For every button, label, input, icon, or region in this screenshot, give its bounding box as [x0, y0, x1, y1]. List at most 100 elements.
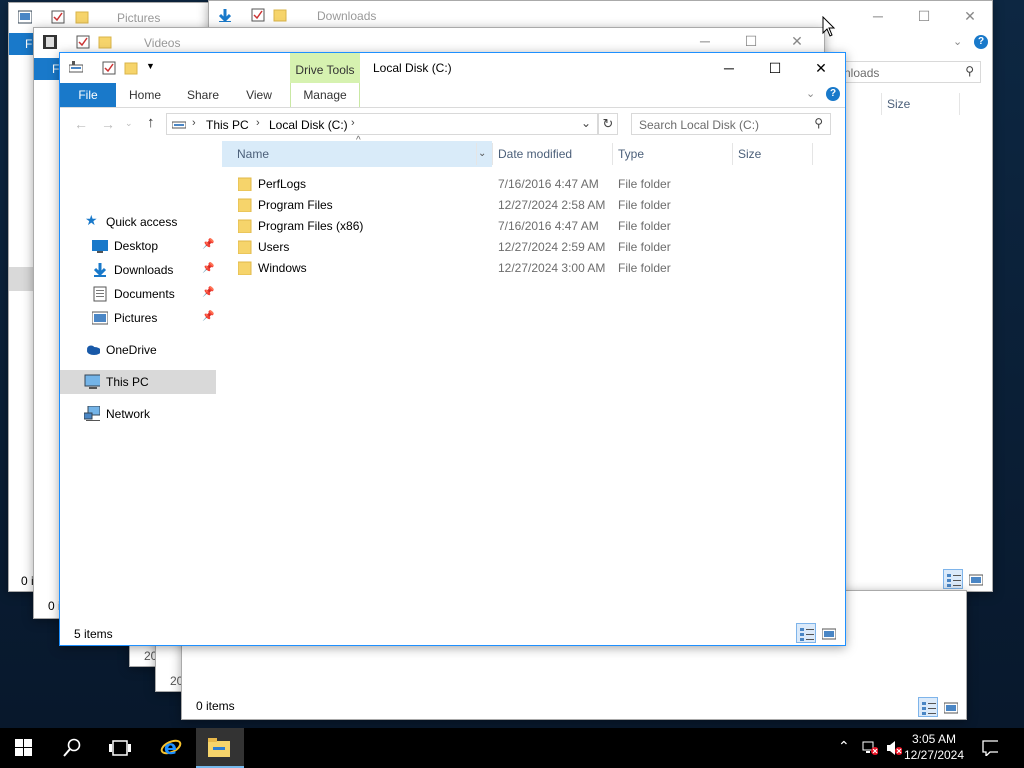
- view-buttons: [796, 623, 840, 643]
- properties-icon[interactable]: [102, 61, 116, 75]
- videos-close-button[interactable]: ✕: [774, 28, 820, 54]
- action-center-icon[interactable]: [982, 740, 998, 756]
- file-date: 7/16/2016 4:47 AM: [498, 177, 599, 191]
- tab-file[interactable]: File: [60, 83, 116, 107]
- taskbar: e ⌃ 3:05 AM 12/27/2024: [0, 728, 1024, 768]
- ribbon-expand-icon[interactable]: ⌄: [806, 87, 815, 100]
- nav-quick-access[interactable]: ★ Quick access: [60, 210, 216, 234]
- address-bar-row: ← → ⌄ ↑ › This PC › Local Disk (C:) › ⌄ …: [60, 108, 845, 140]
- videos-maximize-button[interactable]: ☐: [728, 28, 774, 54]
- videos-minimize-button[interactable]: ─: [682, 28, 728, 54]
- downloads-help-icon[interactable]: ?: [974, 35, 988, 49]
- tab-manage[interactable]: Manage: [290, 83, 360, 107]
- nav-network[interactable]: Network: [60, 402, 216, 426]
- network-disconnected-icon[interactable]: [862, 740, 878, 756]
- properties-icon[interactable]: [51, 10, 65, 24]
- minimize-button[interactable]: ─: [706, 53, 752, 83]
- file-name: Users: [258, 240, 290, 254]
- nav-downloads[interactable]: Downloads 📌: [60, 258, 216, 282]
- file-type: File folder: [618, 219, 671, 233]
- nav-documents[interactable]: Documents 📌: [60, 282, 216, 306]
- quick-access-dropdown-icon[interactable]: ▼: [146, 61, 155, 71]
- table-row[interactable]: Windows 12/27/2024 3:00 AM File folder: [220, 258, 820, 279]
- pin-icon[interactable]: 📌: [202, 311, 214, 322]
- column-header-date-modified[interactable]: Date modified: [498, 141, 572, 167]
- column-header-type[interactable]: Type: [618, 141, 644, 167]
- nav-this-pc[interactable]: This PC: [60, 370, 216, 394]
- help-icon[interactable]: ?: [826, 87, 840, 101]
- new-folder-icon[interactable]: [273, 8, 287, 22]
- tab-home[interactable]: Home: [118, 83, 172, 107]
- task-view-button[interactable]: [96, 728, 144, 768]
- file-explorer-taskbar-button[interactable]: [196, 728, 244, 768]
- details-view-button[interactable]: [943, 569, 963, 589]
- large-icons-view-button[interactable]: [965, 569, 985, 589]
- details-view-button[interactable]: [918, 697, 938, 717]
- nav-pictures[interactable]: Pictures 📌: [60, 306, 216, 330]
- recent-locations-icon[interactable]: ⌄: [125, 118, 133, 129]
- up-button[interactable]: ↑: [147, 114, 155, 131]
- pin-icon[interactable]: 📌: [202, 263, 214, 274]
- videos-file-tab[interactable]: F: [34, 58, 62, 80]
- breadcrumb-chevron-icon[interactable]: ›: [351, 117, 355, 129]
- table-row[interactable]: Users 12/27/2024 2:59 AM File folder: [220, 237, 820, 258]
- properties-icon[interactable]: [251, 8, 265, 22]
- column-header-size[interactable]: Size: [738, 141, 761, 167]
- breadcrumb-chevron-icon[interactable]: ›: [256, 117, 260, 129]
- column-separator: [612, 143, 613, 165]
- address-input[interactable]: › This PC › Local Disk (C:) › ⌄: [166, 113, 598, 135]
- close-button[interactable]: ✕: [798, 53, 844, 83]
- maximize-button[interactable]: ☐: [752, 53, 798, 83]
- downloads-search-input[interactable]: nloads ⚲: [829, 61, 981, 83]
- large-icons-view-button[interactable]: [818, 623, 838, 643]
- downloads-minimize-button[interactable]: ─: [855, 1, 901, 31]
- nav-onedrive[interactable]: OneDrive: [60, 338, 216, 362]
- table-row[interactable]: Program Files 12/27/2024 2:58 AM File fo…: [220, 195, 820, 216]
- column-separator: [476, 143, 477, 165]
- refresh-button[interactable]: ↻: [598, 113, 618, 135]
- local-disk-window[interactable]: ▼ Drive Tools Local Disk (C:) ─ ☐ ✕ File…: [59, 52, 846, 646]
- new-folder-icon[interactable]: [124, 61, 138, 75]
- tab-share[interactable]: Share: [176, 83, 230, 107]
- new-folder-icon[interactable]: [98, 35, 112, 49]
- large-icons-view-button[interactable]: [940, 697, 960, 717]
- pin-icon[interactable]: 📌: [202, 239, 214, 250]
- search-input[interactable]: Search Local Disk (C:) ⚲: [631, 113, 831, 135]
- folder-icon: [238, 177, 252, 191]
- pin-icon[interactable]: 📌: [202, 287, 214, 298]
- mouse-cursor-icon: [822, 16, 836, 37]
- internet-explorer-button[interactable]: e: [148, 728, 196, 768]
- show-hidden-icons-chevron-icon[interactable]: ⌃: [838, 738, 850, 755]
- breadcrumb-chevron-icon[interactable]: ›: [192, 117, 196, 129]
- film-icon: [43, 35, 57, 49]
- back-button[interactable]: ←: [74, 116, 88, 132]
- taskbar-clock[interactable]: 3:05 AM 12/27/2024: [894, 731, 974, 763]
- new-folder-icon[interactable]: [75, 10, 89, 24]
- downloads-size-column-header[interactable]: Size: [887, 91, 910, 117]
- search-taskbar-button[interactable]: [48, 728, 96, 768]
- column-separator: [492, 143, 493, 165]
- details-view-button[interactable]: [796, 623, 816, 643]
- table-row[interactable]: Program Files (x86) 7/16/2016 4:47 AM Fi…: [220, 216, 820, 237]
- start-button[interactable]: [0, 728, 48, 768]
- column-header-name[interactable]: Name ⌄: [222, 141, 492, 167]
- cloud-icon: [87, 345, 100, 355]
- downloads-ribbon-expand-icon[interactable]: ⌄: [953, 35, 962, 48]
- downloads-maximize-button[interactable]: ☐: [901, 1, 947, 31]
- breadcrumb-local-disk[interactable]: Local Disk (C:): [269, 118, 348, 132]
- nav-desktop[interactable]: Desktop 📌: [60, 234, 216, 258]
- breadcrumb-this-pc[interactable]: This PC: [206, 118, 249, 132]
- downloads-close-button[interactable]: ✕: [947, 1, 993, 31]
- properties-icon[interactable]: [76, 35, 90, 49]
- column-filter-dropdown-icon[interactable]: ⌄: [478, 141, 486, 167]
- address-dropdown-icon[interactable]: ⌄: [581, 116, 591, 130]
- file-date: 7/16/2016 4:47 AM: [498, 219, 599, 233]
- tab-view[interactable]: View: [234, 83, 284, 107]
- table-row[interactable]: PerfLogs 7/16/2016 4:47 AM File folder: [220, 174, 820, 195]
- drive-icon: [69, 61, 83, 73]
- desktop-icon: [92, 240, 108, 253]
- forward-button[interactable]: →: [101, 116, 115, 132]
- network-icon: [84, 406, 100, 421]
- main-titlebar[interactable]: ▼ Drive Tools Local Disk (C:) ─ ☐ ✕: [60, 53, 845, 83]
- search-icon: [63, 738, 81, 757]
